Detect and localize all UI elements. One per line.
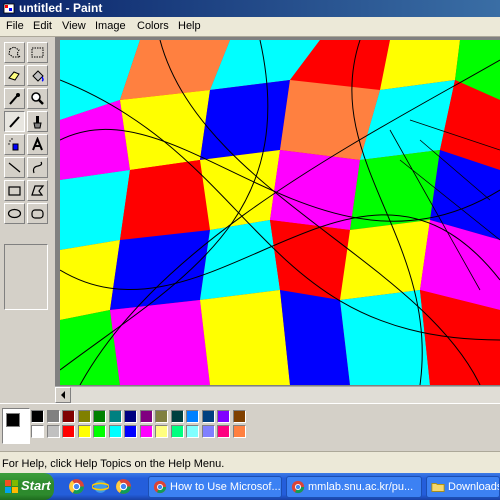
palette-swatch[interactable] bbox=[170, 425, 184, 438]
quick-launch-chrome-2-icon[interactable] bbox=[115, 478, 132, 495]
text-icon bbox=[32, 137, 43, 151]
palette-swatch[interactable] bbox=[217, 410, 230, 423]
palette-swatch[interactable] bbox=[124, 410, 137, 423]
line-tool[interactable] bbox=[4, 157, 25, 178]
pencil-icon bbox=[9, 116, 20, 128]
fill-bucket-tool[interactable] bbox=[27, 65, 48, 86]
palette-swatch[interactable] bbox=[124, 425, 137, 438]
taskbar-item-downloads[interactable]: Downloads bbox=[426, 476, 500, 498]
palette-swatch[interactable] bbox=[201, 425, 215, 438]
palette-swatch[interactable] bbox=[31, 410, 44, 423]
window-title: untitled - Paint bbox=[19, 1, 103, 15]
rectangle-icon bbox=[8, 186, 21, 196]
taskbar-item-label: Downloads bbox=[448, 481, 500, 493]
tool-options-box[interactable] bbox=[4, 244, 48, 310]
palette-swatch[interactable] bbox=[139, 425, 153, 438]
paint-app-icon bbox=[3, 3, 15, 14]
pick-color-tool[interactable] bbox=[4, 88, 25, 109]
fill-bucket-icon bbox=[32, 70, 44, 82]
menu-file[interactable]: File bbox=[6, 20, 24, 32]
palette-swatch[interactable] bbox=[232, 425, 246, 438]
taskbar-item-chrome-mmlab[interactable]: mmlab.snu.ac.kr/pu... bbox=[286, 476, 422, 498]
menu-image[interactable]: Image bbox=[95, 20, 126, 32]
rounded-rectangle-tool[interactable] bbox=[27, 203, 48, 224]
magnifier-icon bbox=[31, 92, 44, 105]
chrome-icon bbox=[291, 480, 305, 494]
palette-swatch[interactable] bbox=[170, 410, 184, 423]
taskbar-item-label: How to Use Microsof... bbox=[170, 481, 281, 493]
line-icon bbox=[8, 162, 21, 173]
palette-swatch[interactable] bbox=[108, 410, 122, 423]
palette-swatch[interactable] bbox=[62, 410, 75, 423]
menu-edit[interactable]: Edit bbox=[33, 20, 52, 32]
menu-view[interactable]: View bbox=[62, 20, 86, 32]
palette-swatch[interactable] bbox=[108, 425, 122, 438]
palette-swatch[interactable] bbox=[139, 410, 153, 423]
palette-swatch[interactable] bbox=[62, 425, 75, 438]
palette-swatch[interactable] bbox=[155, 410, 168, 423]
palette-swatch[interactable] bbox=[31, 425, 44, 438]
palette-swatch[interactable] bbox=[77, 425, 91, 438]
taskbar-item-chrome-microsoft[interactable]: How to Use Microsof... bbox=[148, 476, 282, 498]
brush-tool[interactable] bbox=[27, 111, 48, 132]
palette-swatch[interactable] bbox=[93, 425, 106, 438]
palette-swatch[interactable] bbox=[46, 410, 60, 423]
rounded-rectangle-icon bbox=[31, 209, 44, 219]
canvas-area bbox=[55, 37, 500, 402]
palette-swatch[interactable] bbox=[232, 410, 246, 423]
palette-swatch[interactable] bbox=[77, 410, 91, 423]
horizontal-scrollbar[interactable] bbox=[55, 386, 500, 403]
select-tool[interactable] bbox=[27, 42, 48, 63]
brush-icon bbox=[33, 116, 42, 129]
palette-swatch[interactable] bbox=[186, 410, 199, 423]
palette-swatch[interactable] bbox=[155, 425, 168, 438]
palette-swatch[interactable] bbox=[201, 410, 215, 423]
color-box bbox=[0, 403, 500, 452]
pencil-tool[interactable] bbox=[4, 111, 25, 132]
chrome-icon bbox=[153, 480, 167, 494]
title-bar: untitled - Paint bbox=[0, 0, 500, 17]
free-form-select-icon bbox=[8, 46, 22, 58]
palette-swatch[interactable] bbox=[46, 425, 60, 438]
windows-flag-icon bbox=[5, 480, 18, 493]
menu-help[interactable]: Help bbox=[178, 20, 201, 32]
taskbar-item-label: mmlab.snu.ac.kr/pu... bbox=[308, 481, 414, 493]
menu-bar: File Edit View Image Colors Help bbox=[0, 17, 500, 37]
quick-launch-ie-icon[interactable] bbox=[92, 478, 109, 495]
scroll-left-button[interactable] bbox=[55, 387, 71, 403]
curve-icon bbox=[32, 161, 43, 174]
polygon-icon bbox=[31, 185, 45, 196]
free-form-select-tool[interactable] bbox=[4, 42, 25, 63]
eraser-tool[interactable] bbox=[4, 65, 25, 86]
status-text: For Help, click Help Topics on the Help … bbox=[2, 458, 225, 470]
airbrush-icon bbox=[8, 138, 19, 151]
eraser-icon bbox=[8, 71, 20, 81]
palette-swatch[interactable] bbox=[93, 410, 106, 423]
start-label: Start bbox=[21, 478, 51, 493]
current-colors[interactable] bbox=[2, 408, 30, 444]
start-button[interactable]: Start bbox=[0, 473, 54, 500]
palette-swatch[interactable] bbox=[186, 425, 199, 438]
taskbar: Start How to Use Microsof... mmlab.snu.a… bbox=[0, 473, 500, 500]
quick-launch-chrome-icon[interactable] bbox=[68, 478, 85, 495]
ellipse-tool[interactable] bbox=[4, 203, 25, 224]
magnifier-tool[interactable] bbox=[27, 88, 48, 109]
pick-color-icon bbox=[9, 93, 20, 105]
polygon-tool[interactable] bbox=[27, 180, 48, 201]
airbrush-tool[interactable] bbox=[4, 134, 25, 155]
scroll-left-icon bbox=[61, 391, 65, 399]
rectangle-tool[interactable] bbox=[4, 180, 25, 201]
curve-tool[interactable] bbox=[27, 157, 48, 178]
folder-icon bbox=[431, 483, 445, 492]
ellipse-icon bbox=[7, 208, 22, 219]
select-icon bbox=[31, 47, 44, 58]
toolbox bbox=[0, 37, 56, 402]
text-tool[interactable] bbox=[27, 134, 48, 155]
palette-swatch[interactable] bbox=[217, 425, 230, 438]
drawing-canvas[interactable] bbox=[60, 40, 500, 385]
foreground-color bbox=[6, 413, 20, 427]
menu-colors[interactable]: Colors bbox=[137, 20, 169, 32]
status-bar: For Help, click Help Topics on the Help … bbox=[0, 451, 500, 474]
